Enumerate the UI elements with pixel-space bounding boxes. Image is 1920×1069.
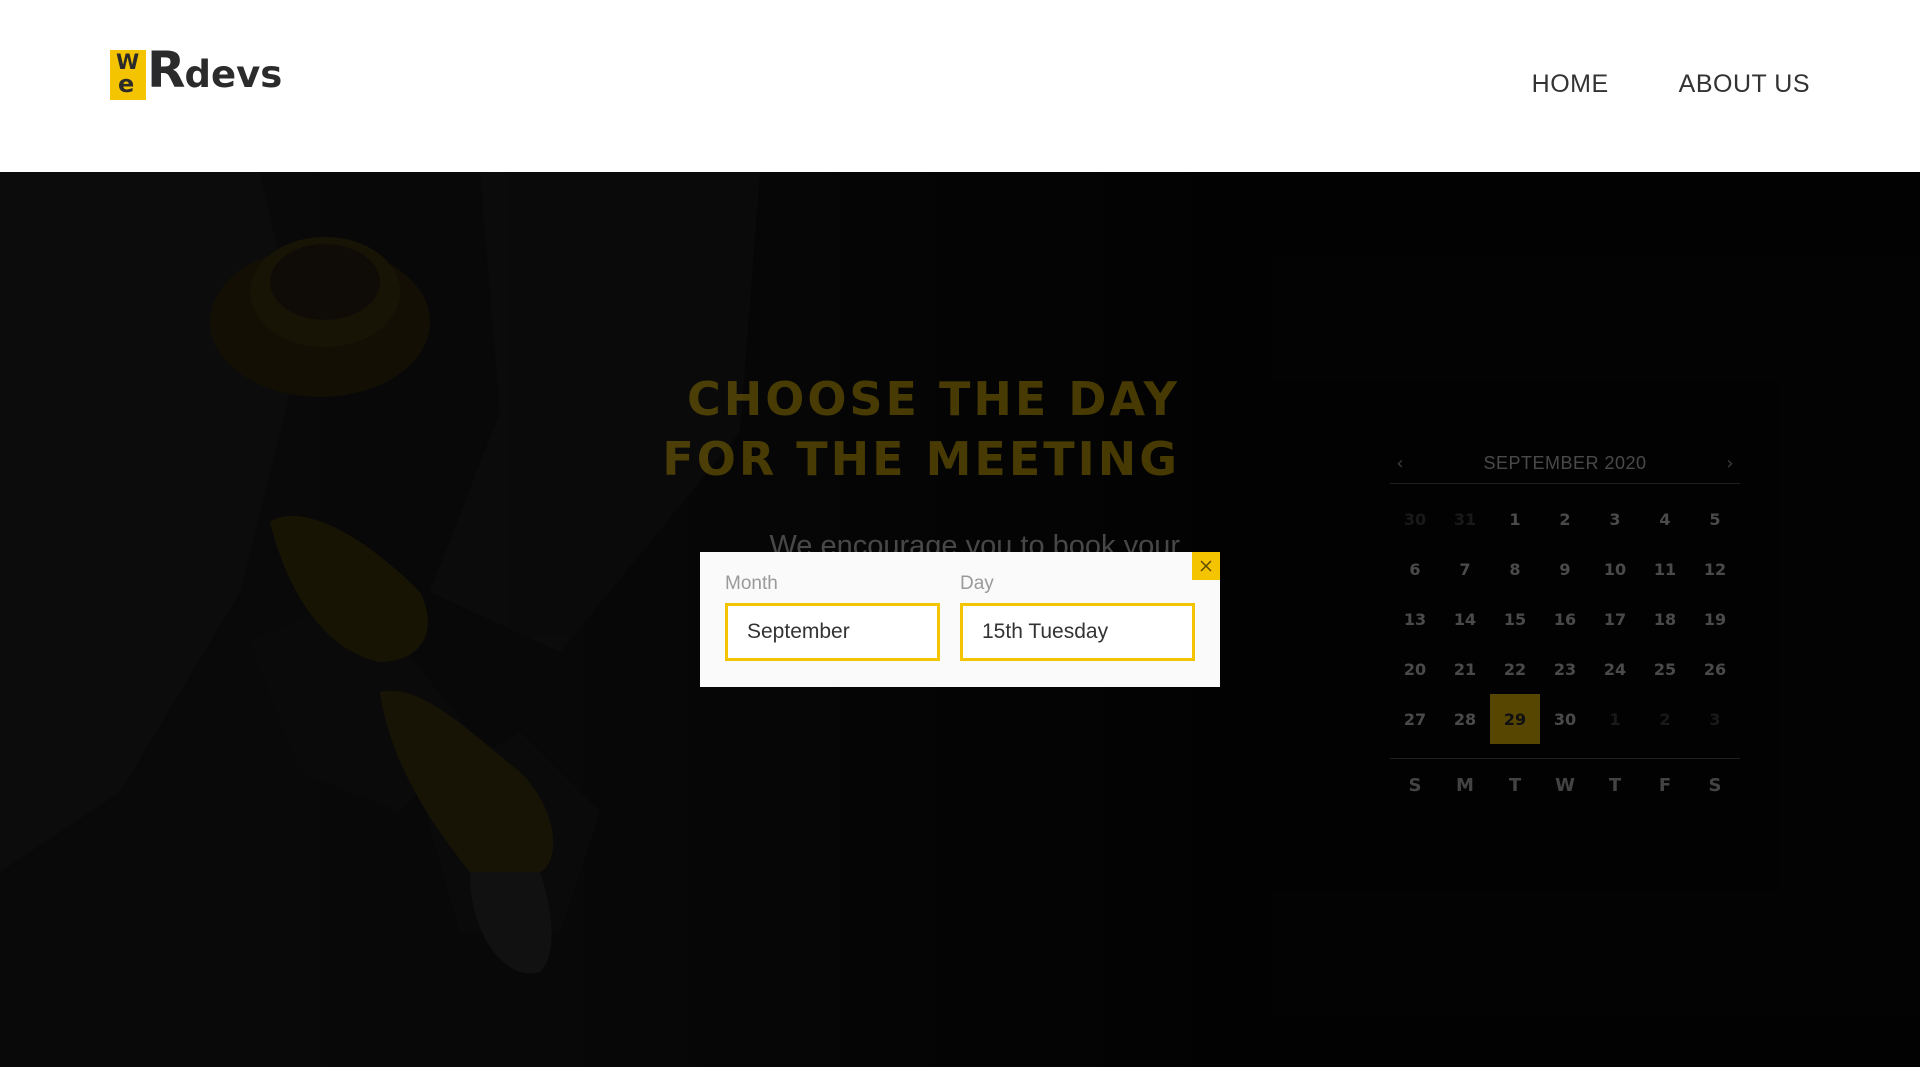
calendar-day[interactable]: 3: [1690, 694, 1740, 744]
calendar-day[interactable]: 30: [1540, 694, 1590, 744]
calendar-day[interactable]: 29: [1490, 694, 1540, 744]
calendar-day[interactable]: 22: [1490, 644, 1540, 694]
calendar-days: 30 31 1 2 3 4 5 6 7 8 9 10 11 12 13 14 15 16 17 18 19 20 21 22 2…: [1390, 494, 1740, 744]
calendar-weekday: T: [1508, 774, 1522, 796]
calendar-day[interactable]: 28: [1440, 694, 1490, 744]
calendar-header: ‹ SEPTEMBER 2020 ›: [1390, 444, 1740, 484]
main-nav: HOME ABOUT US: [1532, 70, 1810, 99]
logo-devs: devs: [184, 53, 283, 96]
calendar-day[interactable]: 8: [1490, 544, 1540, 594]
calendar-day[interactable]: 26: [1690, 644, 1740, 694]
calendar-day[interactable]: 4: [1640, 494, 1690, 544]
close-button[interactable]: [1192, 552, 1220, 580]
calendar-day[interactable]: 16: [1540, 594, 1590, 644]
calendar-weekday: T: [1608, 774, 1622, 796]
calendar-weekday: F: [1658, 774, 1672, 796]
month-label: Month: [725, 573, 778, 594]
calendar-day[interactable]: 13: [1390, 594, 1440, 644]
nav-about-us[interactable]: ABOUT US: [1679, 70, 1810, 99]
calendar-day[interactable]: 17: [1590, 594, 1640, 644]
hero-title: CHOOSE THE DAY FOR THE MEETING: [640, 369, 1180, 489]
logo-letter-e: e: [118, 70, 135, 98]
close-icon: [1200, 560, 1212, 572]
site-header: W e Rdevs HOME ABOUT US: [0, 0, 1920, 172]
day-input[interactable]: 15th Tuesday: [960, 603, 1195, 661]
calendar-weekdays: SMTWTFS: [1390, 758, 1740, 799]
month-input[interactable]: September: [725, 603, 940, 661]
logo-wordmark: Rdevs: [147, 45, 282, 100]
day-field: Day 15th Tuesday: [960, 573, 1195, 661]
logo-mark: W e: [110, 50, 146, 100]
calendar-day[interactable]: 15: [1490, 594, 1540, 644]
calendar-day[interactable]: 20: [1390, 644, 1440, 694]
calendar-day[interactable]: 7: [1440, 544, 1490, 594]
day-label: Day: [960, 573, 994, 594]
calendar-day[interactable]: 6: [1390, 544, 1440, 594]
calendar-day[interactable]: 1: [1490, 494, 1540, 544]
calendar-day[interactable]: 30: [1390, 494, 1440, 544]
hero-title-line1: CHOOSE THE DAY: [686, 372, 1180, 426]
calendar-day[interactable]: 11: [1640, 544, 1690, 594]
calendar: ‹ SEPTEMBER 2020 › 30 31 1 2 3 4 5 6 7 8 9 10 11 12 13…: [1390, 444, 1740, 799]
calendar-day[interactable]: 10: [1590, 544, 1640, 594]
nav-home[interactable]: HOME: [1532, 70, 1609, 99]
hero-title-line2: FOR THE MEETING: [662, 432, 1180, 486]
calendar-day[interactable]: 5: [1690, 494, 1740, 544]
calendar-day[interactable]: 21: [1440, 644, 1490, 694]
calendar-day[interactable]: 18: [1640, 594, 1690, 644]
logo[interactable]: W e Rdevs: [110, 45, 282, 100]
chevron-right-icon[interactable]: ›: [1720, 453, 1740, 474]
calendar-day[interactable]: 2: [1540, 494, 1590, 544]
calendar-day[interactable]: 25: [1640, 644, 1690, 694]
calendar-title: SEPTEMBER 2020: [1483, 453, 1647, 473]
date-select-modal: Month September Day 15th Tuesday: [700, 552, 1220, 687]
calendar-day[interactable]: 19: [1690, 594, 1740, 644]
calendar-day[interactable]: 3: [1590, 494, 1640, 544]
calendar-day[interactable]: 12: [1690, 544, 1740, 594]
calendar-day[interactable]: 27: [1390, 694, 1440, 744]
calendar-day[interactable]: 14: [1440, 594, 1490, 644]
calendar-day[interactable]: 9: [1540, 544, 1590, 594]
month-field: Month September: [725, 573, 940, 661]
calendar-day[interactable]: 2: [1640, 694, 1690, 744]
calendar-day[interactable]: 24: [1590, 644, 1640, 694]
logo-letter-r: R: [147, 41, 186, 99]
calendar-day[interactable]: 1: [1590, 694, 1640, 744]
calendar-weekday: M: [1456, 774, 1474, 796]
calendar-day[interactable]: 31: [1440, 494, 1490, 544]
calendar-day[interactable]: 23: [1540, 644, 1590, 694]
calendar-weekday: S: [1408, 774, 1422, 796]
chevron-left-icon[interactable]: ‹: [1390, 453, 1410, 474]
calendar-weekday: S: [1708, 774, 1722, 796]
calendar-weekday: W: [1555, 774, 1575, 796]
